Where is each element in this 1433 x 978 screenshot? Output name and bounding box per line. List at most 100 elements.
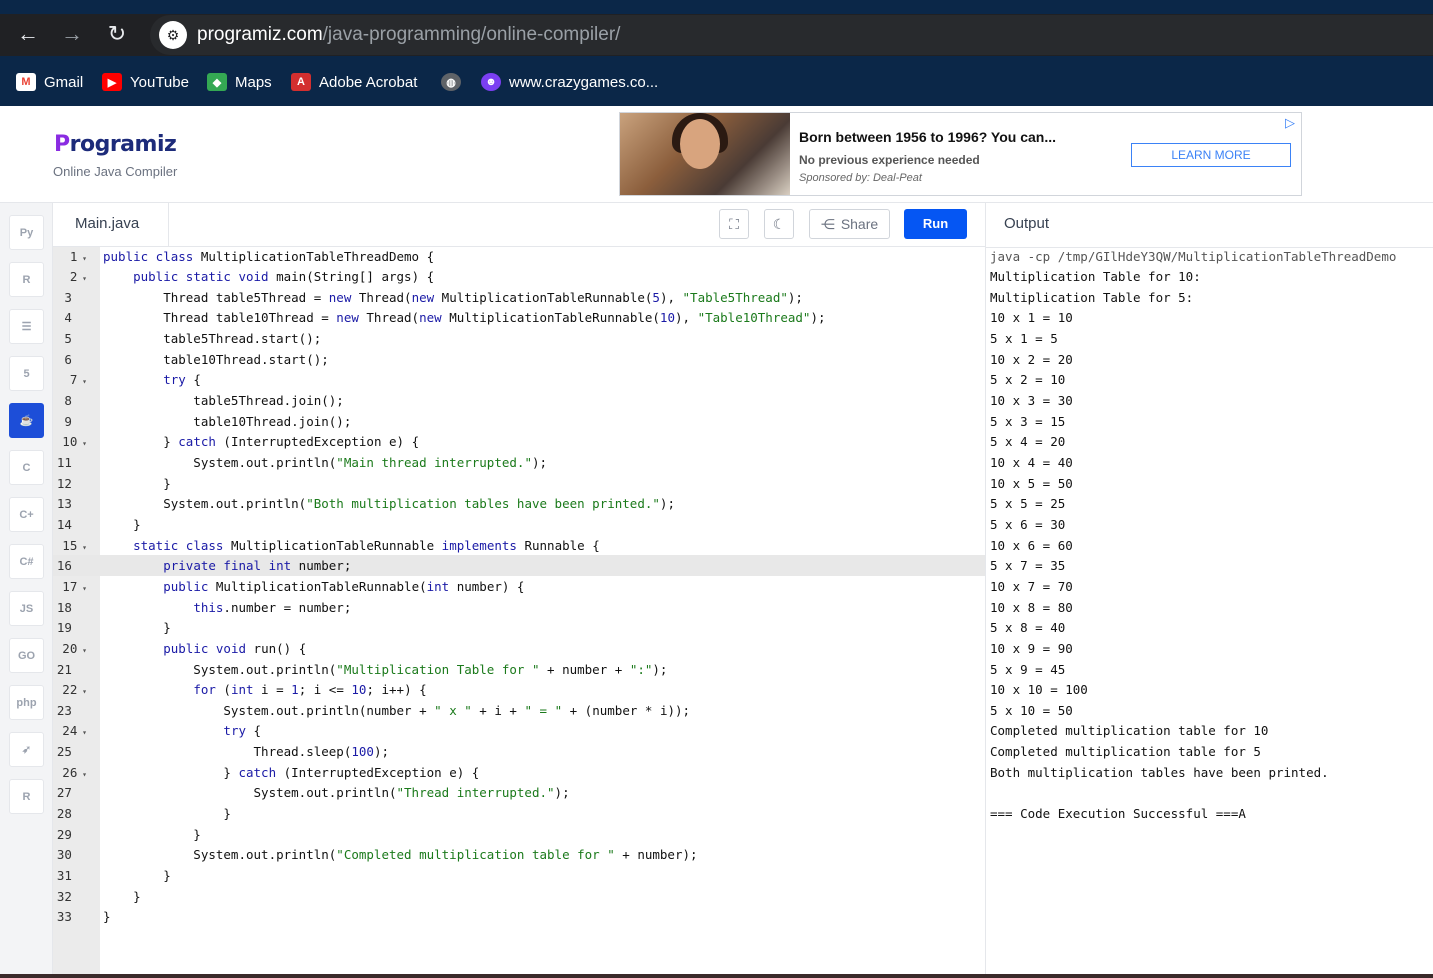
code-line[interactable]: } (103, 804, 231, 825)
ad-learn-more-button[interactable]: LEARN MORE (1131, 143, 1291, 167)
file-tab-main[interactable]: Main.java (53, 203, 169, 247)
code-line[interactable]: } (103, 866, 171, 887)
theme-toggle-button[interactable]: ☾ (764, 209, 794, 239)
share-button[interactable]: ⋲ Share (809, 209, 890, 239)
code-line[interactable]: public static void main(String[] args) { (103, 267, 434, 288)
code-line[interactable]: try { (103, 370, 201, 391)
output-line: 5 x 9 = 45 (990, 661, 1066, 677)
url-text[interactable]: programiz.com/java-programming/online-co… (197, 24, 620, 46)
line-number: 31 (56, 868, 87, 883)
bookmark-label: www.crazygames.co... (509, 73, 659, 91)
language-java-button[interactable]: ☕ (9, 403, 44, 438)
language-csharp-button[interactable]: C# (9, 544, 44, 579)
ad-image[interactable] (620, 113, 790, 195)
code-line[interactable]: System.out.println("Completed multiplica… (103, 845, 697, 866)
code-line[interactable]: table10Thread.start(); (103, 350, 329, 371)
code-line[interactable]: } catch (InterruptedException e) { (103, 432, 419, 453)
code-line[interactable]: System.out.println("Thread interrupted."… (103, 783, 570, 804)
bookmark-acrobat[interactable]: A Adobe Acrobat (291, 70, 417, 94)
language-js-button[interactable]: JS (9, 591, 44, 626)
reload-icon[interactable]: ↻ (103, 20, 131, 48)
line-number: 28 (56, 806, 87, 822)
line-number: 12 (56, 475, 87, 491)
language-rust-button[interactable]: R (9, 779, 44, 814)
bookmark-maps[interactable]: ◆ Maps (207, 70, 272, 94)
logo-letter: P (54, 132, 70, 157)
line-number: 9 (64, 413, 87, 429)
code-line[interactable]: } (103, 474, 171, 495)
run-button[interactable]: Run (904, 209, 967, 239)
code-line[interactable]: try { (103, 721, 261, 742)
language-python-button[interactable]: Py (9, 215, 44, 250)
programiz-logo[interactable]: Programiz (54, 132, 177, 157)
language-php-button[interactable]: php (9, 685, 44, 720)
output-line: 5 x 7 = 35 (990, 558, 1066, 574)
line-number: 5 (64, 331, 87, 347)
output-line: Completed multiplication table for 10 (990, 723, 1269, 739)
share-label: Share (840, 216, 879, 232)
ad-banner[interactable]: Born between 1956 to 1996? You can... No… (619, 112, 1302, 196)
code-line[interactable]: } (103, 825, 201, 846)
ad-image-face (680, 119, 720, 169)
language-html-button[interactable]: 5 (9, 356, 44, 391)
editor-toolbar: Main.java ⛶ ☾ ⋲ Share Run (53, 203, 985, 247)
code-line[interactable]: } (103, 887, 141, 908)
code-line[interactable]: public void run() { (103, 639, 306, 660)
code-line[interactable]: public class MultiplicationTableThreadDe… (103, 247, 434, 268)
code-line[interactable]: table5Thread.join(); (103, 391, 344, 412)
code-line[interactable]: Thread.sleep(100); (103, 742, 390, 763)
code-line[interactable]: } (103, 515, 141, 536)
language-go-button[interactable]: GO (9, 638, 44, 673)
fullscreen-button[interactable]: ⛶ (719, 209, 749, 239)
output-line: 10 x 2 = 20 (990, 351, 1073, 367)
site-header: Programiz Online Java Compiler Born betw… (0, 106, 1433, 203)
bookmark-gmail[interactable]: M Gmail (16, 70, 83, 94)
bookmark-youtube[interactable]: ▶ YouTube (102, 70, 189, 94)
bookmark-globe[interactable]: ◍ (441, 70, 469, 94)
code-line[interactable]: System.out.println("Multiplication Table… (103, 660, 667, 681)
code-line[interactable]: System.out.println(number + " x " + i + … (103, 701, 690, 722)
code-line[interactable]: Thread table10Thread = new Thread(new Mu… (103, 308, 825, 329)
output-line: 5 x 10 = 50 (990, 702, 1073, 718)
output-line: 10 x 6 = 60 (990, 537, 1073, 553)
language-c-button[interactable]: C (9, 450, 44, 485)
language-cpp-button[interactable]: C+ (9, 497, 44, 532)
line-number: 30 (56, 847, 87, 863)
code-line[interactable]: this.number = number; (103, 598, 351, 619)
line-number: 27 (56, 785, 87, 801)
code-line[interactable]: System.out.println("Both multiplication … (103, 494, 675, 515)
line-number: 25 (56, 744, 87, 760)
ad-choices-icon[interactable]: ▷ (1285, 115, 1295, 131)
share-icon: ⋲ (820, 215, 835, 232)
code-line[interactable]: static class MultiplicationTableRunnable… (103, 536, 600, 557)
code-line[interactable]: public MultiplicationTableRunnable(int n… (103, 577, 524, 598)
ad-title[interactable]: Born between 1956 to 1996? You can... (799, 129, 1056, 145)
forward-icon[interactable]: → (58, 20, 86, 48)
language-sql-button[interactable]: ☰ (9, 309, 44, 344)
bookmark-label: Adobe Acrobat (319, 73, 418, 91)
globe-icon: ◍ (441, 73, 461, 91)
language-r-button[interactable]: R (9, 262, 44, 297)
code-line[interactable]: Thread table5Thread = new Thread(new Mul… (103, 288, 803, 309)
back-icon[interactable]: ← (14, 20, 42, 48)
output-line: 10 x 3 = 30 (990, 393, 1073, 409)
code-line[interactable]: for (int i = 1; i <= 10; i++) { (103, 680, 426, 701)
line-number: 29 (56, 826, 87, 842)
language-swift-button[interactable]: ➶ (9, 732, 44, 767)
output-line: 5 x 5 = 25 (990, 496, 1066, 512)
url-bar[interactable]: ⚙ programiz.com/java-programming/online-… (150, 15, 1433, 55)
code-line[interactable]: private final int number; (103, 556, 351, 577)
code-line[interactable]: table10Thread.join(); (103, 412, 351, 433)
output-line: 5 x 4 = 20 (990, 434, 1066, 450)
code-line[interactable]: table5Thread.start(); (103, 329, 321, 350)
output-line: === Code Execution Successful ===A (990, 806, 1246, 822)
taskbar-edge (0, 974, 1433, 978)
line-number: 18 (56, 599, 87, 615)
code-line[interactable]: System.out.println("Main thread interrup… (103, 453, 547, 474)
code-line[interactable]: } catch (InterruptedException e) { (103, 763, 479, 784)
site-info-icon[interactable]: ⚙ (159, 21, 187, 49)
code-line[interactable]: } (103, 907, 111, 928)
bookmark-crazygames[interactable]: ☻ www.crazygames.co... (481, 70, 658, 94)
code-line[interactable]: } (103, 618, 171, 639)
line-number: 19 (56, 620, 87, 636)
